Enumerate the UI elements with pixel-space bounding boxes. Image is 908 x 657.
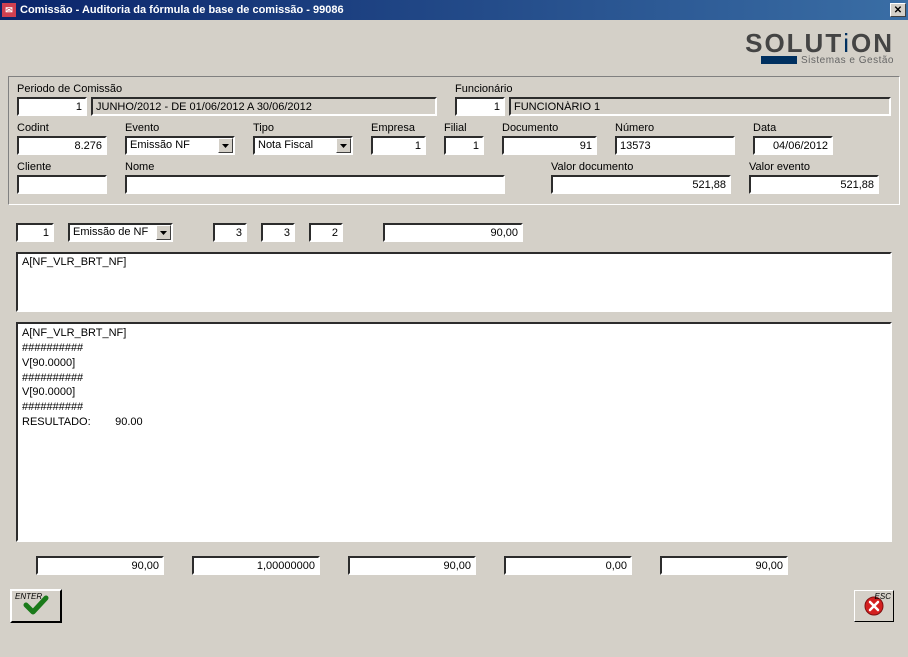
brand-logo: SOLUTiON Sistemas e Gestão (745, 30, 894, 66)
tipo-combo-text: Nota Fiscal (255, 138, 336, 153)
esc-button[interactable]: ESC (854, 590, 894, 622)
codint-input[interactable] (17, 136, 107, 155)
numero-label: Número (615, 122, 735, 134)
nome-input[interactable] (125, 175, 505, 194)
logo-row: SOLUTiON Sistemas e Gestão (4, 24, 904, 76)
mid-n2-input[interactable] (213, 223, 247, 242)
chevron-down-icon[interactable] (218, 138, 233, 153)
valor-evt-label: Valor evento (749, 161, 879, 173)
enter-caption: ENTER (15, 592, 42, 601)
periodo-desc-input[interactable] (91, 97, 437, 116)
header-panel: Periodo de Comissão Funcionário Codint (8, 76, 900, 205)
evento-label: Evento (125, 122, 235, 134)
evento-combo-text: Emissão NF (127, 138, 218, 153)
filial-label: Filial (444, 122, 484, 134)
close-icon: ✕ (894, 5, 902, 16)
mid-n4-input[interactable] (309, 223, 343, 242)
chevron-down-icon[interactable] (156, 225, 171, 240)
mid-n1-input[interactable] (16, 223, 54, 242)
cliente-input[interactable] (17, 175, 107, 194)
evento-combo[interactable]: Emissão NF (125, 136, 235, 155)
data-label: Data (753, 122, 833, 134)
bottom-v3-input[interactable] (348, 556, 476, 575)
mid-n5-input[interactable] (383, 223, 523, 242)
codint-label: Codint (17, 122, 107, 134)
periodo-label: Periodo de Comissão (17, 83, 437, 95)
bottom-v1-input[interactable] (36, 556, 164, 575)
periodo-code-input[interactable] (17, 97, 87, 116)
brand-subtitle: Sistemas e Gestão (801, 55, 894, 66)
filial-input[interactable] (444, 136, 484, 155)
numero-input[interactable] (615, 136, 735, 155)
chevron-down-icon[interactable] (336, 138, 351, 153)
bottom-v4-input[interactable] (504, 556, 632, 575)
funcionario-label: Funcionário (455, 83, 891, 95)
empresa-input[interactable] (371, 136, 426, 155)
esc-caption: ESC (875, 592, 891, 601)
empresa-label: Empresa (371, 122, 426, 134)
app-icon: ✉ (2, 3, 16, 17)
funcionario-code-input[interactable] (455, 97, 505, 116)
close-button[interactable]: ✕ (890, 3, 906, 17)
documento-label: Documento (502, 122, 597, 134)
tipo-label: Tipo (253, 122, 353, 134)
cliente-label: Cliente (17, 161, 107, 173)
data-input[interactable] (753, 136, 833, 155)
valor-doc-label: Valor documento (551, 161, 731, 173)
formula-textarea[interactable]: A[NF_VLR_BRT_NF] (16, 252, 892, 312)
documento-input[interactable] (502, 136, 597, 155)
enter-button[interactable]: ENTER (10, 589, 62, 623)
titlebar: ✉ Comissão - Auditoria da fórmula de bas… (0, 0, 908, 20)
valor-doc-input[interactable] (551, 175, 731, 194)
bottom-v2-input[interactable] (192, 556, 320, 575)
bottom-v5-input[interactable] (660, 556, 788, 575)
funcionario-desc-input[interactable] (509, 97, 891, 116)
mid-combo[interactable]: Emissão de NF (68, 223, 173, 242)
mid-combo-text: Emissão de NF (70, 225, 156, 240)
nome-label: Nome (125, 161, 505, 173)
valor-evt-input[interactable] (749, 175, 879, 194)
mid-n3-input[interactable] (261, 223, 295, 242)
tipo-combo[interactable]: Nota Fiscal (253, 136, 353, 155)
window-title: Comissão - Auditoria da fórmula de base … (20, 4, 890, 16)
trace-textarea[interactable]: A[NF_VLR_BRT_NF] ########## V[90.0000] #… (16, 322, 892, 542)
